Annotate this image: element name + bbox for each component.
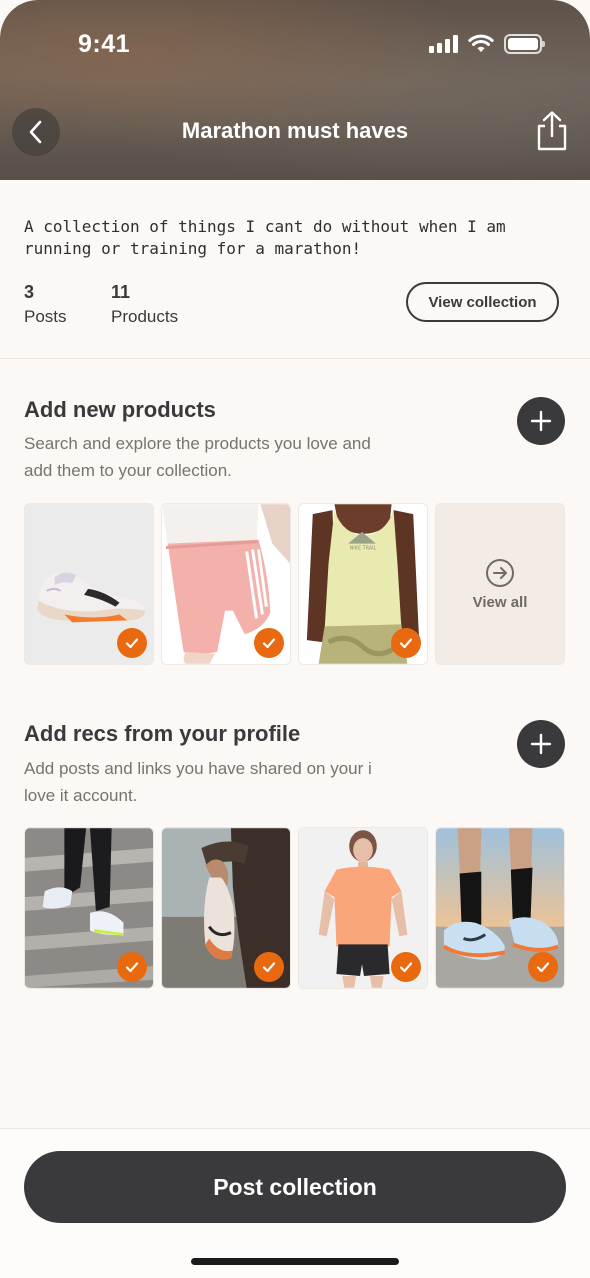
status-time: 9:41 <box>78 30 131 58</box>
posts-label: Posts <box>24 307 67 326</box>
divider <box>0 358 590 359</box>
add-products-button[interactable] <box>517 397 565 445</box>
rec-tile-orange-tee[interactable] <box>298 827 428 989</box>
selected-check-icon <box>391 628 421 658</box>
posts-stat: 3 Posts <box>24 282 67 327</box>
svg-text:NIKE TRAIL: NIKE TRAIL <box>350 546 377 552</box>
signal-icon <box>429 35 458 53</box>
posts-count: 3 <box>24 282 35 302</box>
rec-tile-holding-shoe[interactable] <box>161 827 291 989</box>
status-icons <box>429 34 545 54</box>
selected-check-icon <box>254 952 284 982</box>
selected-check-icon <box>528 952 558 982</box>
product-tile-tank[interactable]: NIKE TRAIL <box>298 503 428 665</box>
arrow-right-circle-icon <box>486 558 514 587</box>
view-all-products-tile[interactable]: View all <box>435 503 565 665</box>
selected-check-icon <box>117 628 147 658</box>
post-collection-button[interactable]: Post collection <box>24 1151 566 1223</box>
selected-check-icon <box>254 628 284 658</box>
screen: 9:41 Marathon must haves A collection of <box>0 0 590 1278</box>
selected-check-icon <box>391 952 421 982</box>
product-tile-shoe[interactable] <box>24 503 154 665</box>
rec-tile-shoes-track[interactable] <box>435 827 565 989</box>
page-title: Marathon must haves <box>181 118 409 143</box>
home-indicator <box>191 1258 399 1265</box>
plus-icon <box>530 410 552 432</box>
add-products-subtitle: Search and explore the products you love… <box>24 434 371 480</box>
view-all-label: View all <box>472 593 528 611</box>
plus-icon <box>530 733 552 755</box>
battery-icon <box>504 34 545 54</box>
view-collection-button[interactable]: View collection <box>406 282 559 322</box>
products-count: 11 <box>111 282 131 302</box>
product-tile-shorts[interactable] <box>161 503 291 665</box>
share-icon[interactable] <box>534 110 570 152</box>
products-label: Products <box>111 307 179 326</box>
wifi-icon <box>468 34 494 52</box>
rec-tile-stairs[interactable] <box>24 827 154 989</box>
add-recs-button[interactable] <box>517 720 565 768</box>
collection-description: A collection of things I cant do without… <box>24 217 506 258</box>
add-recs-subtitle: Add posts and links you have shared on y… <box>24 759 372 805</box>
header-banner: 9:41 Marathon must haves <box>0 0 590 180</box>
add-products-title: Add new products <box>24 397 216 422</box>
products-stat: 11 Products <box>111 282 178 327</box>
add-recs-title: Add recs from your profile <box>24 721 301 746</box>
selected-check-icon <box>117 952 147 982</box>
